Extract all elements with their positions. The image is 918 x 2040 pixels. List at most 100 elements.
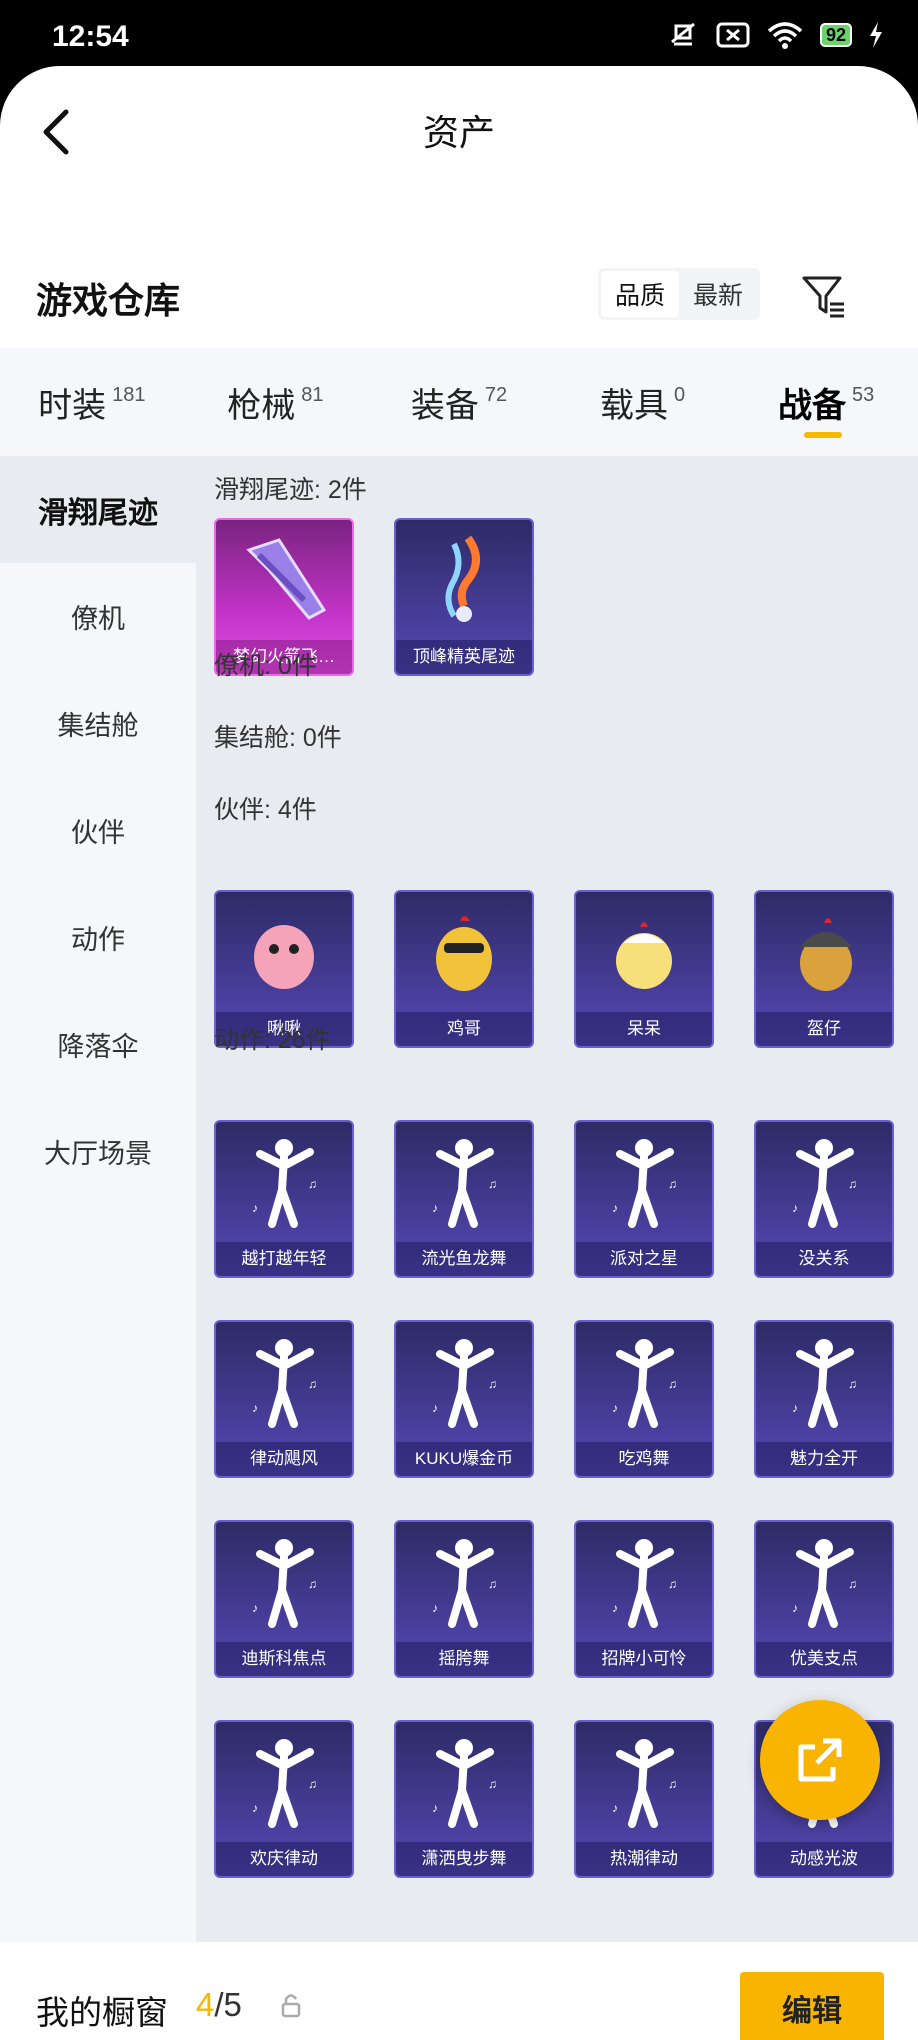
tab-count: 53 [852,383,875,406]
svg-text:♫: ♫ [668,1177,677,1191]
item-image: ♪♫ [396,1722,532,1842]
status-icons: 92 [666,20,884,50]
item-card-emote[interactable]: ♪ ♫ 招牌小可怜 [574,1520,714,1678]
item-name: 盔仔 [756,1012,892,1046]
item-name: 摇胯舞 [396,1642,532,1676]
sidebar-item-wingman[interactable]: 僚机 [0,563,196,670]
phone-screen: 12:54 92 资产 游戏仓库 品质 最新 时装 181 枪械 81 装备 72 [0,0,918,2040]
showcase-bar: 我的橱窗 4/5 编辑 [0,1942,918,2040]
category-tabs: 时装 181 枪械 81 装备 72 载具 0 战备 53 [0,348,918,456]
item-image: ♪♫ [396,1122,532,1242]
item-image: ♪♫ [576,1522,712,1642]
tab-battle-prep[interactable]: 战备 53 [734,348,918,456]
item-name: 吃鸡舞 [576,1442,712,1476]
lock-icon [281,1994,301,2018]
svg-text:♪: ♪ [432,1601,438,1615]
tab-count: 81 [301,383,324,406]
svg-text:♫: ♫ [488,1377,497,1391]
dancer-icon: ♪♫ [792,1539,857,1628]
sidebar-item-rally-pod[interactable]: 集结舱 [0,670,196,777]
svg-text:♪: ♪ [612,1201,618,1215]
item-name: 流光鱼龙舞 [396,1242,532,1276]
mute-vibrate-icon [671,22,695,46]
share-button[interactable] [760,1700,880,1820]
page-title: 资产 [422,112,495,153]
sidebar-item-parachute[interactable]: 降落伞 [0,991,196,1098]
svg-text:♪: ♪ [252,1401,258,1415]
battery-icon: 92 [819,23,852,47]
wifi-icon [767,22,803,49]
chick-icon [616,922,672,989]
flame-trail-icon [445,535,480,622]
dancer-icon: ♪♫ [252,1539,317,1628]
tab-count: 72 [484,383,508,406]
svg-text:♪: ♪ [252,1201,258,1215]
svg-text:♫: ♫ [488,1177,497,1191]
svg-text:♫: ♫ [668,1777,677,1791]
showcase-separator: / [214,1986,224,2023]
svg-text:♪: ♪ [612,1601,618,1615]
sort-quality-button[interactable]: 品质 [601,271,679,317]
item-image [216,520,352,640]
section-title-glide: 滑翔尾迹: 2件 [214,476,367,504]
svg-text:♫: ♫ [668,1377,677,1391]
item-image [756,892,892,1012]
tab-guns[interactable]: 枪械 81 [184,348,368,456]
header: 资产 [0,66,918,196]
svg-text:♫: ♫ [668,1577,677,1591]
showcase-label: 我的橱窗 [36,1994,168,2031]
section-title-pod: 集结舱: 0件 [214,724,342,752]
tab-equipment[interactable]: 装备 72 [367,348,551,456]
item-card-emote[interactable]: ♪ ♫ 吃鸡舞 [574,1320,714,1478]
item-name: 潇洒曳步舞 [396,1842,532,1876]
item-image: ♪♫ [396,1522,532,1642]
item-card-partner-4[interactable]: 盔仔 [754,890,894,1048]
item-name: 派对之星 [576,1242,712,1276]
item-card-emote[interactable]: ♪ ♫ 迪斯科焦点 [214,1520,354,1678]
item-card-emote[interactable]: ♪ ♫ 派对之星 [574,1120,714,1278]
item-name: 呆呆 [576,1012,712,1046]
dancer-icon: ♪♫ [792,1339,857,1428]
status-bar: 12:54 92 [0,0,918,66]
showcase-count: 4/5 [196,1986,242,2024]
sidebar-item-glide-trail[interactable]: 滑翔尾迹 [0,456,196,563]
item-card-emote[interactable]: ♪ ♫ 流光鱼龙舞 [394,1120,534,1278]
svg-text:♪: ♪ [792,1201,798,1215]
sidebar-item-lobby-scene[interactable]: 大厅场景 [0,1098,196,1205]
tab-label: 载具 [600,386,669,425]
svg-text:♫: ♫ [308,1377,317,1391]
dancer-icon: ♪♫ [612,1339,677,1428]
item-name: 优美支点 [756,1642,892,1676]
item-card-partner-3[interactable]: 呆呆 [574,890,714,1048]
item-card-emote[interactable]: ♪ ♫ 没关系 [754,1120,894,1278]
sidebar-item-emote[interactable]: 动作 [0,884,196,991]
item-image: ♪♫ [756,1322,892,1442]
sidebar-item-partner[interactable]: 伙伴 [0,777,196,884]
edit-button[interactable]: 编辑 [740,1972,884,2040]
item-card-partner-2[interactable]: 鸡哥 [394,890,534,1048]
sort-newest-button[interactable]: 最新 [679,271,757,317]
tab-fashion[interactable]: 时装 181 [0,348,184,456]
item-card-emote[interactable]: ♪ ♫ 优美支点 [754,1520,894,1678]
section-title-partner: 伙伴: 4件 [214,796,317,824]
svg-text:♫: ♫ [488,1777,497,1791]
item-card-emote[interactable]: ♪ ♫ 魅力全开 [754,1320,894,1478]
dancer-icon: ♪♫ [432,1139,497,1228]
item-card-emote[interactable]: ♪ ♫ 潇洒曳步舞 [394,1720,534,1878]
item-card-emote[interactable]: ♪ ♫ 热潮律动 [574,1720,714,1878]
tab-count: 0 [674,383,686,406]
item-card-emote[interactable]: ♪ ♫ 律动飓风 [214,1320,354,1478]
item-card-emote[interactable]: ♪ ♫ 欢庆律动 [214,1720,354,1878]
svg-text:♪: ♪ [432,1401,438,1415]
item-name: 欢庆律动 [216,1842,352,1876]
item-card-emote[interactable]: ♪ ♫ KUKU爆金币 [394,1320,534,1478]
item-card-glide-2[interactable]: 顶峰精英尾迹 [394,518,534,676]
tab-vehicles[interactable]: 载具 0 [551,348,735,456]
item-card-emote[interactable]: ♪ ♫ 越打越年轻 [214,1120,354,1278]
filter-button[interactable] [800,272,848,320]
item-card-emote[interactable]: ♪ ♫ 摇胯舞 [394,1520,534,1678]
item-name: 热潮律动 [576,1842,712,1876]
item-image: ♪♫ [216,1122,352,1242]
item-name: 越打越年轻 [216,1242,352,1276]
app-body: 资产 游戏仓库 品质 最新 时装 181 枪械 81 装备 72 载具 0 战备 53 滑… [0,66,918,2040]
